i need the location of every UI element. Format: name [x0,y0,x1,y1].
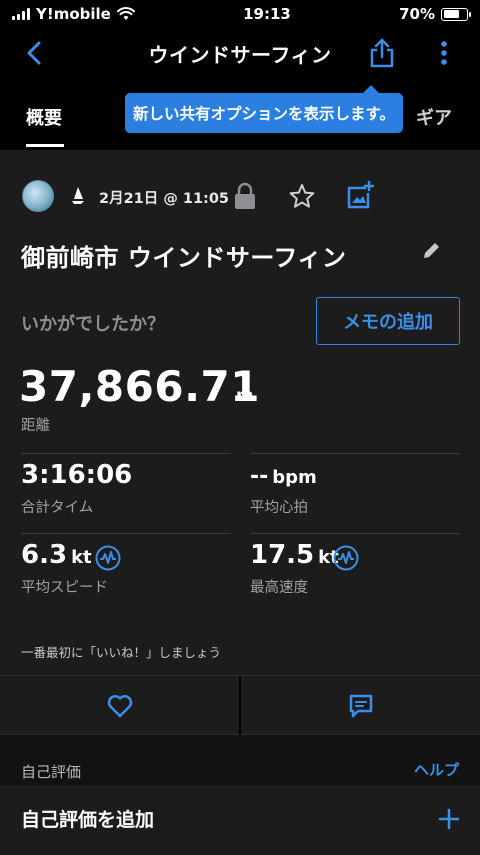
max-speed-label: 最高速度 [250,580,308,596]
speed-chart-icon[interactable] [333,545,359,571]
section-gap [0,735,480,755]
battery-percent: 70% [399,5,435,23]
navigation-bar: ウインドサーフィン [0,28,480,78]
avg-hr-unit: bpm [272,467,317,488]
status-bar: Y!mobile 19:13 70% [0,0,480,28]
share-options-tooltip[interactable]: 新しい共有オプションを表示します。 [125,85,403,133]
pencil-icon[interactable] [420,240,442,262]
total-time-value: 3:16:06 [21,460,133,490]
avg-speed-value: 6.3 kt [21,540,92,570]
avg-hr-label: 平均心拍 [250,500,308,516]
wifi-icon [116,7,135,20]
tab-overview[interactable]: 概要 [26,104,62,130]
add-photo-icon[interactable] [344,180,374,210]
battery-level [443,10,459,18]
add-self-eval-label: 自己評価を追加 [21,809,155,831]
star-icon[interactable] [288,182,316,210]
cellular-signal-icon [12,8,30,20]
status-left: Y!mobile [12,5,135,23]
total-time-label: 合計タイム [21,500,94,516]
activity-content: 2月21日 @ 11:05 御前崎市 ウインドサーフィン いかがでしたか？ メモ… [0,150,480,855]
avg-speed-label: 平均スピード [21,580,108,596]
help-link[interactable]: ヘルプ [414,759,459,780]
divider [21,533,231,534]
add-memo-button[interactable]: メモの追加 [316,297,460,345]
avg-hr-value: -- bpm [250,464,317,489]
avg-hr-number: -- [250,464,269,489]
activity-date: 2月21日 @ 11:05 [99,191,230,207]
feel-prompt[interactable]: いかがでしたか？ [21,310,165,336]
divider [250,453,460,454]
activity-meta-row: 2月21日 @ 11:05 [22,180,462,212]
like-button[interactable] [0,676,239,736]
clock-time: 19:13 [243,5,291,23]
chevron-left-icon[interactable] [20,38,50,68]
comment-icon [349,694,372,718]
max-speed-number: 17.5 [250,540,315,570]
distance-value: 37,866.71 [19,362,260,411]
distance-unit: m [236,386,254,406]
divider [21,453,231,454]
avg-speed-number: 6.3 [21,540,68,570]
tooltip-text: 新しい共有オプションを表示します。 [133,105,395,123]
add-self-eval-row[interactable]: 自己評価を追加 [0,785,480,855]
distance-label: 距離 [21,418,50,434]
page-title: ウインドサーフィン [148,42,332,67]
divider [250,533,460,534]
share-icon[interactable] [366,37,398,69]
status-right: 70% [399,5,471,23]
heart-icon [107,695,132,718]
avatar[interactable] [22,180,54,212]
like-prompt: 一番最初に「いいね！」しましょう [21,645,222,660]
social-action-bar [0,675,480,736]
tab-gear[interactable]: ギア [416,104,452,130]
battery-icon [441,7,471,21]
self-eval-header: 自己評価 ヘルプ [0,755,480,785]
carrier-name: Y!mobile [36,5,111,23]
windsurf-icon [72,187,84,204]
plus-icon[interactable] [437,807,461,831]
speed-chart-icon[interactable] [95,545,121,571]
activity-title: 御前崎市 ウインドサーフィン [21,244,347,272]
active-tab-indicator [26,144,64,147]
max-speed-value: 17.5 kt [250,540,339,570]
comment-button[interactable] [241,676,480,736]
self-eval-title: 自己評価 [21,763,82,781]
lock-icon[interactable] [232,182,258,210]
vertical-ellipsis-icon[interactable] [432,38,456,68]
avg-speed-unit: kt [71,547,92,568]
